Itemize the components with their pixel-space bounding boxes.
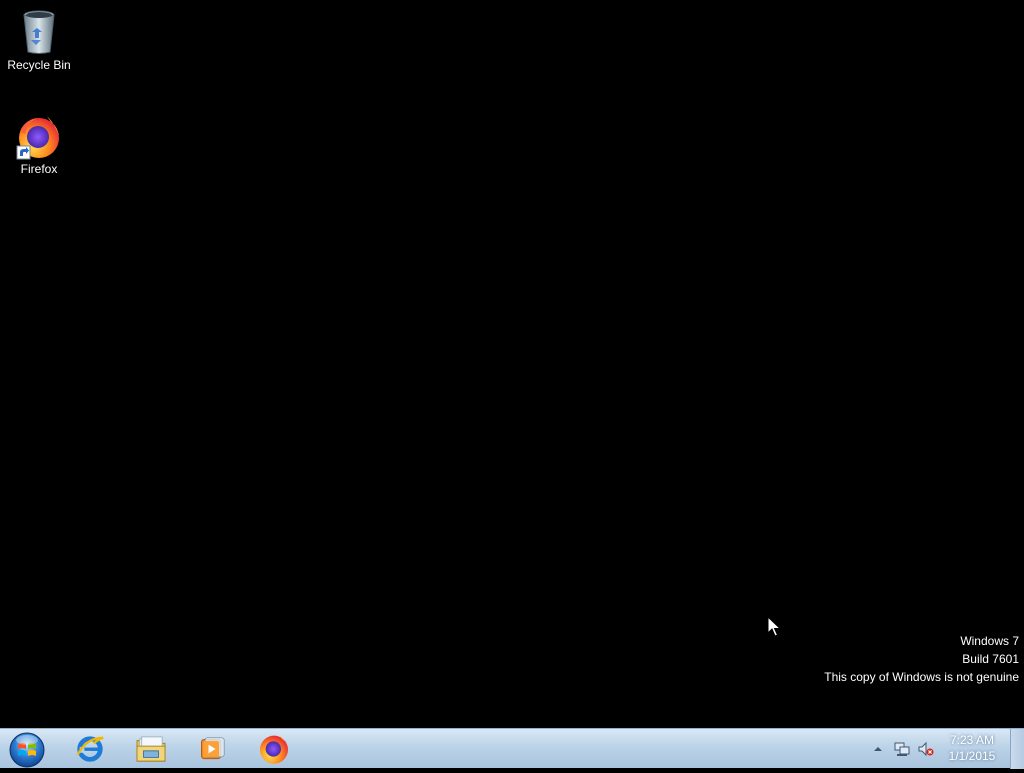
media-player-icon: [201, 737, 225, 760]
internet-explorer-icon: [76, 736, 104, 762]
watermark-line-1: Windows 7: [960, 634, 1019, 648]
taskbar: 7:23 AM 1/1/2015: [0, 728, 1024, 769]
file-explorer-icon: [136, 736, 166, 762]
volume-muted-icon[interactable]: [918, 741, 934, 757]
watermark-line-2: Build 7601: [962, 652, 1019, 666]
desktop-icon-label: Firefox: [20, 162, 58, 176]
network-icon[interactable]: [894, 741, 910, 757]
recycle-bin-icon: [23, 10, 55, 54]
desktop-icon-firefox[interactable]: Firefox: [1, 112, 77, 176]
mouse-cursor-icon: [767, 616, 781, 637]
show-desktop-button[interactable]: [1010, 729, 1024, 769]
show-hidden-icons-arrow-icon[interactable]: [870, 741, 886, 757]
system-tray: 7:23 AM 1/1/2015: [864, 729, 1024, 769]
clock-time: 7:23 AM: [949, 733, 995, 747]
watermark-line-3: This copy of Windows is not genuine: [824, 670, 1019, 684]
desktop-icon-recycle-bin[interactable]: Recycle Bin: [1, 8, 77, 72]
start-button[interactable]: [4, 730, 50, 768]
windows-watermark: Windows 7 Build 7601 This copy of Window…: [824, 632, 1019, 686]
windows-start-orb-icon: [9, 732, 45, 768]
taskbar-firefox-button[interactable]: [246, 731, 302, 767]
firefox-icon: [260, 735, 288, 764]
taskbar-media-player-button[interactable]: [184, 731, 240, 767]
clock[interactable]: 7:23 AM 1/1/2015: [937, 732, 1007, 764]
desktop-icon-label: Recycle Bin: [7, 58, 71, 72]
clock-date: 1/1/2015: [948, 749, 996, 763]
taskbar-internet-explorer-button[interactable]: [62, 731, 118, 767]
desktop: Recycle Bin Firefox Windows 7 Build 7601…: [0, 0, 1024, 728]
firefox-icon: [16, 116, 59, 160]
taskbar-file-explorer-button[interactable]: [123, 731, 179, 767]
